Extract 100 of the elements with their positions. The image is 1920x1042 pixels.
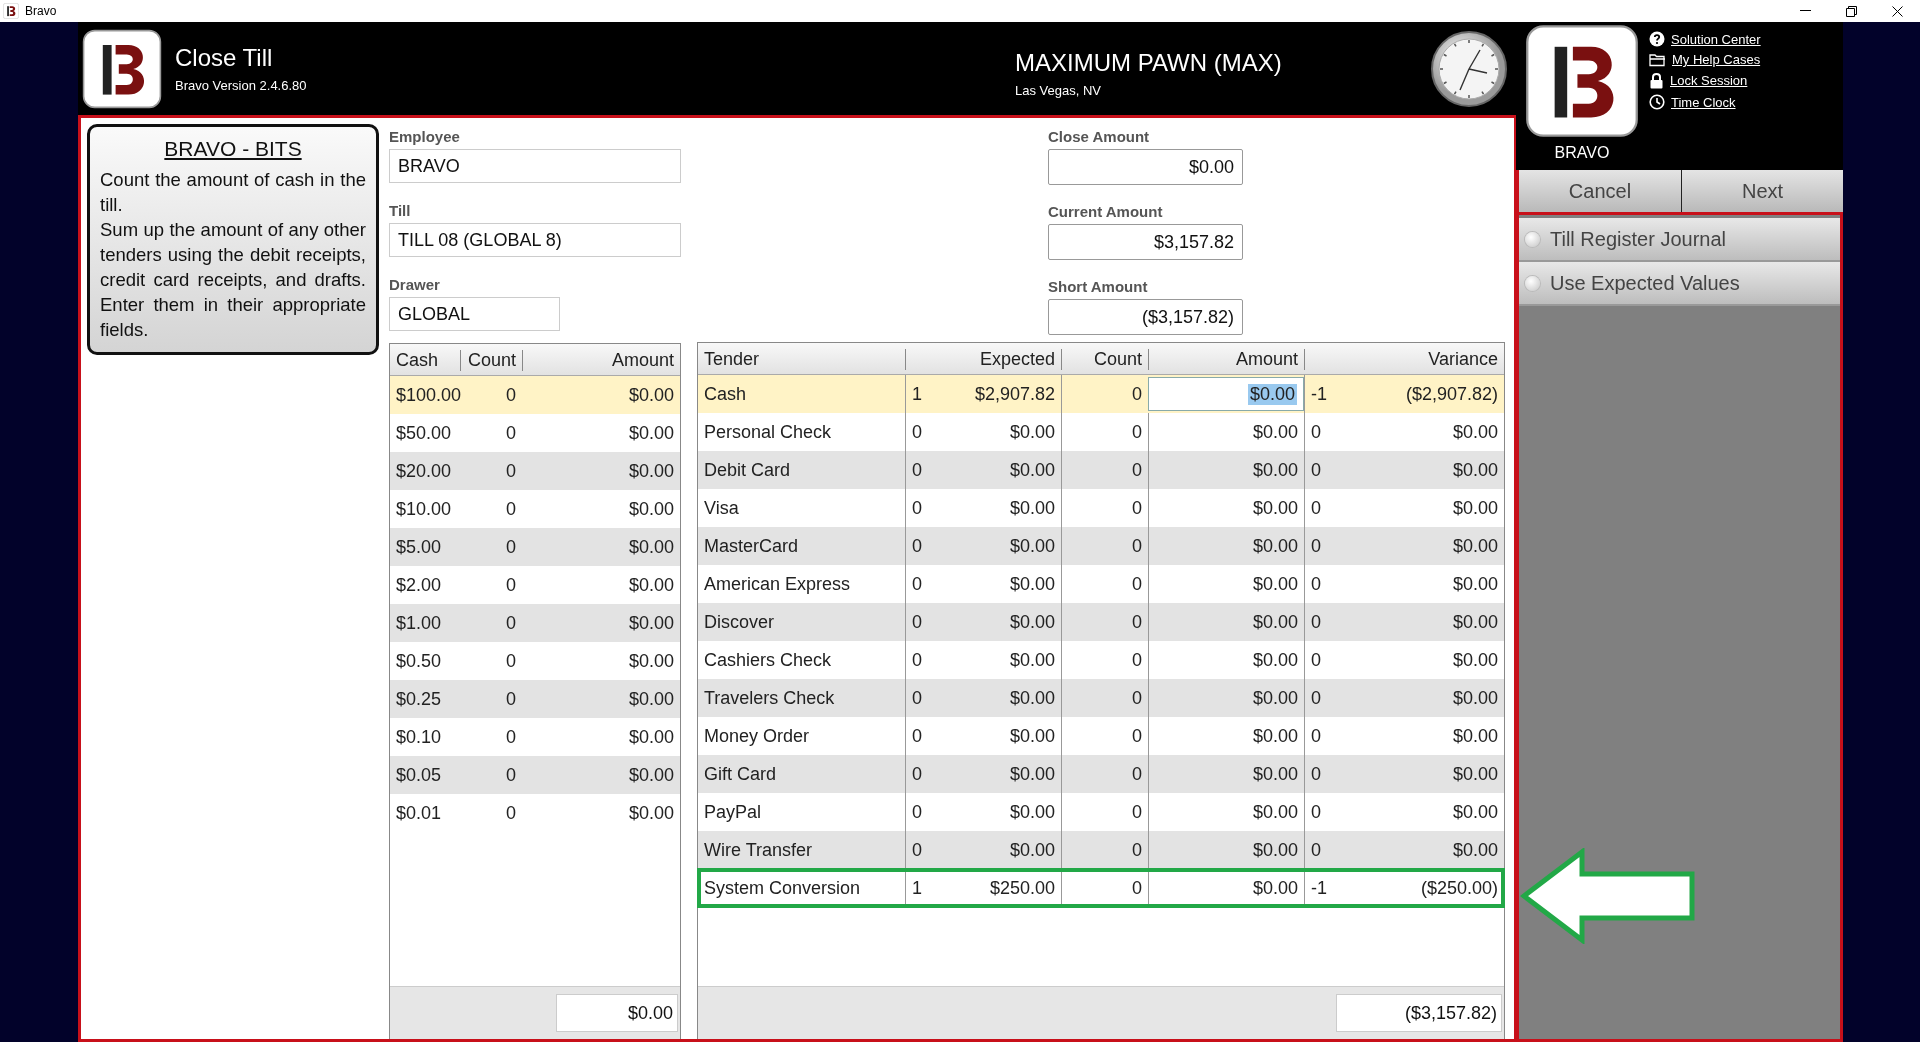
- help-link[interactable]: My Help Cases: [1649, 52, 1761, 67]
- column-header[interactable]: Tender: [698, 343, 905, 376]
- table-cell-text: $0.10: [395, 725, 443, 749]
- table-cell: $0.00: [1452, 649, 1498, 671]
- table-row[interactable]: $20.00 0 $0.00: [390, 452, 680, 490]
- table-cell-text: $50.00: [395, 421, 453, 445]
- table-row[interactable]: $0.25 0 $0.00: [390, 680, 680, 718]
- column-header[interactable]: Expected: [905, 349, 1061, 370]
- table-row[interactable]: Travelers Check 0 $0.00 0 $0.00 0 $0.00: [698, 679, 1504, 717]
- table-row[interactable]: $1.00 0 $0.00: [390, 604, 680, 642]
- store-name: MAXIMUM PAWN (MAX): [1015, 49, 1283, 77]
- option-button[interactable]: Use Expected Values: [1519, 262, 1840, 306]
- table-cell: $0.00: [1452, 839, 1498, 861]
- tip-text: Count the amount of cash in the till.: [100, 168, 366, 217]
- count-cell: 0: [1311, 421, 1321, 443]
- column-header[interactable]: Count: [460, 350, 522, 371]
- table-cell: $0.00: [1452, 459, 1498, 481]
- table-cell: $0.00: [1009, 535, 1055, 557]
- minimize-icon[interactable]: [1799, 10, 1811, 12]
- table-row[interactable]: Debit Card 0 $0.00 0 $0.00 0 $0.00: [698, 451, 1504, 489]
- table-cell: $0.00: [1009, 497, 1055, 519]
- count-cell: 0: [912, 763, 922, 785]
- total-field: $0.00: [556, 994, 678, 1032]
- table-cell-text: $0.00: [627, 383, 675, 407]
- table-cell-text: 0: [505, 383, 517, 407]
- table-cell-text: Travelers Check: [703, 686, 836, 710]
- count-cell: 0: [912, 497, 922, 519]
- window-title: Bravo: [25, 4, 58, 18]
- amount-field: ($3,157.82): [1048, 299, 1243, 335]
- table-row[interactable]: $5.00 0 $0.00: [390, 528, 680, 566]
- table-cell: $0.00: [1009, 611, 1055, 633]
- table-cell-text: MasterCard: [703, 534, 800, 558]
- help-icon: [1649, 31, 1665, 47]
- table-row[interactable]: Gift Card 0 $0.00 0 $0.00 0 $0.00: [698, 755, 1504, 793]
- count-cell: 0: [1311, 497, 1321, 519]
- table-cell: $0.00: [1009, 839, 1055, 861]
- table-cell: ($250.00): [1420, 877, 1498, 899]
- page-title: Close Till: [175, 44, 274, 72]
- option-button[interactable]: Till Register Journal: [1519, 218, 1840, 262]
- count-cell: 0: [1311, 801, 1321, 823]
- table-cell: $0.00: [1452, 573, 1498, 595]
- help-link[interactable]: Time Clock: [1649, 94, 1761, 110]
- table-cell: $0.00: [1452, 611, 1498, 633]
- table-cell-text: $10.00: [395, 497, 453, 521]
- table-cell-text: 0: [505, 535, 517, 559]
- tip-text: Sum up the amount of any other tenders using the debit receipts, credit card receipts, and drafts. Enter them in their appropriate fields.: [100, 218, 366, 342]
- restore-icon[interactable]: [1845, 5, 1857, 17]
- help-link[interactable]: Lock Session: [1649, 72, 1761, 89]
- next-button[interactable]: Next: [1681, 170, 1843, 212]
- store-location: Las Vegas, NV: [1015, 83, 1102, 98]
- text-field[interactable]: BRAVO: [389, 149, 681, 183]
- table-row[interactable]: Cash 1 $2,907.82 0 $0.00 -1 ($2,907.82): [698, 375, 1504, 413]
- help-link[interactable]: Solution Center: [1649, 31, 1761, 47]
- table-cell: $0.00: [1148, 869, 1304, 907]
- table-cell: $0.00: [1452, 687, 1498, 709]
- table-cell-text: $2.00: [395, 573, 443, 597]
- table-cell-text: 0: [505, 459, 517, 483]
- table-cell-text: 0: [505, 649, 517, 673]
- count-cell: 0: [1311, 459, 1321, 481]
- cancel-button[interactable]: Cancel: [1519, 170, 1681, 212]
- table-cell-text: Money Order: [703, 724, 811, 748]
- count-cell: 0: [1311, 649, 1321, 671]
- table-cell-text: $0.00: [627, 459, 675, 483]
- table-row[interactable]: System Conversion 1 $250.00 0 $0.00 -1 ($250.00): [698, 869, 1504, 907]
- text-field[interactable]: TILL 08 (GLOBAL 8): [389, 223, 681, 257]
- table-cell-text: $20.00: [395, 459, 453, 483]
- table-row[interactable]: $100.00 0 $0.00: [390, 376, 680, 414]
- field-label: Till: [389, 202, 412, 219]
- table-cell: $2,907.82: [974, 383, 1055, 405]
- table-cell: $0.00: [1009, 763, 1055, 785]
- table-cell: $0.00: [1009, 687, 1055, 709]
- table-row[interactable]: MasterCard 0 $0.00 0 $0.00 0 $0.00: [698, 527, 1504, 565]
- tip-title: BRAVO - BITS: [163, 137, 303, 161]
- column-header[interactable]: Variance: [1304, 349, 1504, 370]
- table-cell-text: $0.00: [627, 573, 675, 597]
- table-cell: $0.00: [1452, 801, 1498, 823]
- amount-input[interactable]: $0.00: [1148, 377, 1304, 411]
- table-row[interactable]: $0.05 0 $0.00: [390, 756, 680, 794]
- field-label: Close Amount: [1048, 128, 1151, 145]
- table-cell: $0.00: [1009, 649, 1055, 671]
- table-cell-text: 0: [505, 611, 517, 635]
- table-row[interactable]: Discover 0 $0.00 0 $0.00 0 $0.00: [698, 603, 1504, 641]
- close-icon[interactable]: [1891, 5, 1903, 17]
- table-cell-text: Cash: [703, 382, 748, 406]
- lock-icon: [1649, 72, 1664, 89]
- table-cell-text: $0.00: [627, 687, 675, 711]
- table-cell-text: 0: [505, 497, 517, 521]
- column-header[interactable]: Amount: [1148, 349, 1304, 370]
- text-field[interactable]: GLOBAL: [389, 297, 560, 331]
- table-cell: $0.00: [1452, 497, 1498, 519]
- table-row[interactable]: Wire Transfer 0 $0.00 0 $0.00 0 $0.00: [698, 831, 1504, 869]
- column-header[interactable]: Count: [1061, 349, 1148, 370]
- count-cell: 0: [912, 725, 922, 747]
- table-cell-text: $0.00: [627, 801, 675, 825]
- table-cell-text: 0: [505, 687, 517, 711]
- table-cell-text: $100.00: [395, 383, 460, 407]
- column-header[interactable]: Cash: [390, 344, 460, 377]
- column-header[interactable]: Amount: [522, 350, 680, 371]
- table-cell-text: $0.50: [395, 649, 443, 673]
- table-cell-text: Discover: [703, 610, 775, 634]
